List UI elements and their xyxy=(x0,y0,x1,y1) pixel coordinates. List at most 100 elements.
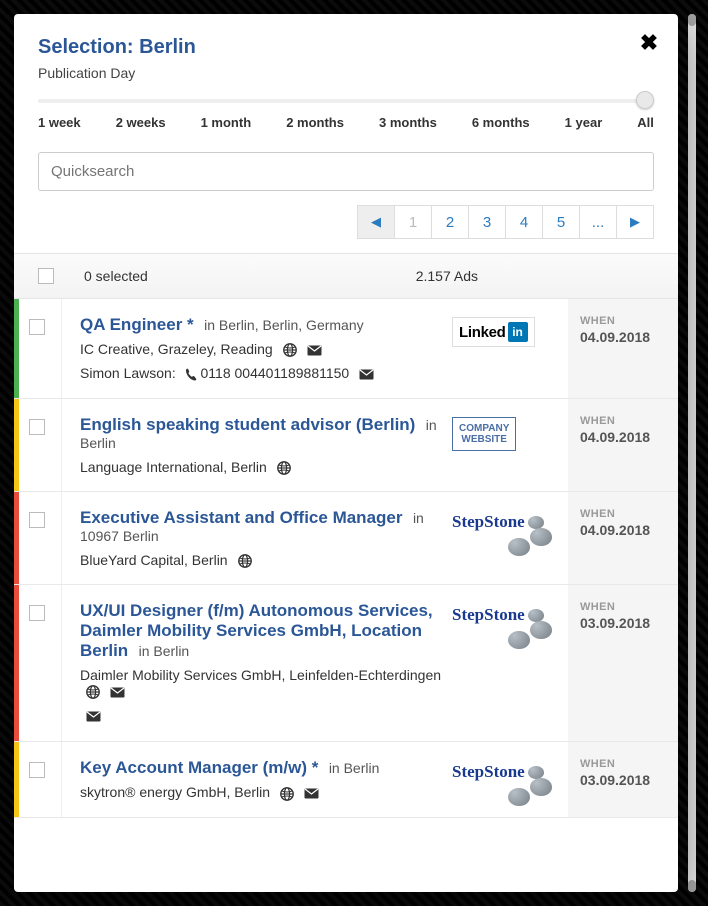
row-check-cell xyxy=(19,585,62,741)
when-date: 04.09.2018 xyxy=(580,329,666,345)
result-row: English speaking student advisor (Berlin… xyxy=(14,399,678,492)
company-line: Language International, Berlin xyxy=(80,459,442,475)
quicksearch-input[interactable] xyxy=(38,152,654,191)
when-date: 03.09.2018 xyxy=(580,772,666,788)
row-checkbox[interactable] xyxy=(29,762,45,778)
job-title-link[interactable]: UX/UI Designer (f/m) Autonomous Services… xyxy=(80,601,433,660)
scrollbar-track xyxy=(688,14,696,892)
close-button[interactable]: ✖ xyxy=(638,32,660,54)
company-text: IC Creative, Grazeley, Reading xyxy=(80,341,273,357)
job-title-link[interactable]: QA Engineer * xyxy=(80,315,194,334)
page-button[interactable]: 3 xyxy=(468,205,506,239)
job-title-link[interactable]: Executive Assistant and Office Manager xyxy=(80,508,402,527)
outer-scrollbar[interactable] xyxy=(688,14,696,892)
company-line: skytron® energy GmbH, Berlin xyxy=(80,784,442,800)
mail-icon[interactable] xyxy=(307,345,322,356)
when-date: 04.09.2018 xyxy=(580,522,666,538)
search-wrap xyxy=(14,140,678,205)
company-website-badge[interactable]: COMPANYWEBSITE xyxy=(452,417,516,451)
slider-track xyxy=(38,99,654,103)
company-line: Daimler Mobility Services GmbH, Leinfeld… xyxy=(80,667,442,699)
result-row: Key Account Manager (m/w) * in Berlinsky… xyxy=(14,742,678,817)
stepstone-logo[interactable]: StepStone xyxy=(452,510,552,556)
row-check-cell xyxy=(19,399,62,491)
page-button[interactable]: 5 xyxy=(542,205,580,239)
mail-icon[interactable] xyxy=(110,687,125,698)
page-button[interactable]: 1 xyxy=(394,205,432,239)
row-when-cell: WHEN 03.09.2018 xyxy=(568,742,678,816)
stepstone-text: StepStone xyxy=(452,512,525,532)
scrollbar-thumb[interactable] xyxy=(688,880,696,892)
contact-name: Simon Lawson: xyxy=(80,365,176,381)
date-range-slider[interactable] xyxy=(38,95,654,107)
dialog-header: ✖ Selection: Berlin Publication Day 1 we… xyxy=(14,14,678,140)
row-when-cell: WHEN 04.09.2018 xyxy=(568,492,678,584)
company-text: skytron® energy GmbH, Berlin xyxy=(80,784,270,800)
slider-handle[interactable] xyxy=(636,91,654,109)
stepstone-logo[interactable]: StepStone xyxy=(452,603,552,649)
when-date: 04.09.2018 xyxy=(580,429,666,445)
select-all-checkbox[interactable] xyxy=(38,268,54,284)
stepstone-stone-icon xyxy=(508,538,530,556)
result-row: UX/UI Designer (f/m) Autonomous Services… xyxy=(14,585,678,742)
slider-label[interactable]: 3 months xyxy=(379,115,437,130)
results-list: QA Engineer * in Berlin, Berlin, Germany… xyxy=(14,299,678,892)
globe-icon[interactable] xyxy=(283,343,297,357)
row-logo-cell: StepStone xyxy=(452,742,568,816)
stepstone-stone-icon xyxy=(530,528,552,546)
when-label: WHEN xyxy=(580,758,666,770)
row-logo-cell: COMPANYWEBSITE xyxy=(452,399,568,491)
page-prev-button[interactable]: ◀ xyxy=(357,205,395,239)
scrollbar-thumb[interactable] xyxy=(688,14,696,26)
page-next-button[interactable]: ▶ xyxy=(616,205,654,239)
job-title-link[interactable]: Key Account Manager (m/w) * xyxy=(80,758,318,777)
mail-icon[interactable] xyxy=(359,369,374,380)
linkedin-text: Linked xyxy=(459,324,506,341)
contact-number: 0118 004401189881150 xyxy=(201,365,350,381)
company-line: BlueYard Capital, Berlin xyxy=(80,552,442,568)
stepstone-stone-icon xyxy=(530,621,552,639)
page-ellipsis[interactable]: ... xyxy=(579,205,617,239)
slider-label[interactable]: 2 weeks xyxy=(116,115,166,130)
stepstone-stone-icon xyxy=(530,778,552,796)
result-row: Executive Assistant and Office Manager i… xyxy=(14,492,678,585)
linkedin-logo[interactable]: Linkedin xyxy=(452,317,535,347)
result-row: QA Engineer * in Berlin, Berlin, Germany… xyxy=(14,299,678,399)
contact-line: Simon Lawson: 0118 004401189881150 xyxy=(80,365,442,381)
globe-icon[interactable] xyxy=(280,787,294,801)
stepstone-stone-icon xyxy=(528,516,544,529)
row-checkbox[interactable] xyxy=(29,419,45,435)
globe-icon[interactable] xyxy=(86,685,100,699)
extra-icons xyxy=(80,707,442,725)
slider-label[interactable]: All xyxy=(637,115,654,130)
row-when-cell: WHEN 04.09.2018 xyxy=(568,299,678,398)
page-button[interactable]: 2 xyxy=(431,205,469,239)
when-label: WHEN xyxy=(580,508,666,520)
slider-label[interactable]: 1 year xyxy=(565,115,603,130)
globe-icon[interactable] xyxy=(238,554,252,568)
company-text: BlueYard Capital, Berlin xyxy=(80,552,228,568)
job-title-link[interactable]: English speaking student advisor (Berlin… xyxy=(80,415,415,434)
company-text: Daimler Mobility Services GmbH, Leinfeld… xyxy=(80,667,441,683)
row-checkbox[interactable] xyxy=(29,605,45,621)
row-checkbox[interactable] xyxy=(29,319,45,335)
slider-label[interactable]: 1 month xyxy=(201,115,252,130)
row-checkbox[interactable] xyxy=(29,512,45,528)
list-header: 0 selected 2.157 Ads xyxy=(14,253,678,299)
company-text: Language International, Berlin xyxy=(80,459,267,475)
stepstone-stone-icon xyxy=(508,788,530,806)
row-main: QA Engineer * in Berlin, Berlin, Germany… xyxy=(62,299,452,398)
page-button[interactable]: 4 xyxy=(505,205,543,239)
slider-label[interactable]: 6 months xyxy=(472,115,530,130)
slider-label[interactable]: 1 week xyxy=(38,115,81,130)
row-logo-cell: StepStone xyxy=(452,492,568,584)
when-label: WHEN xyxy=(580,315,666,327)
globe-icon[interactable] xyxy=(277,461,291,475)
stepstone-text: StepStone xyxy=(452,605,525,625)
stepstone-logo[interactable]: StepStone xyxy=(452,760,552,806)
mail-icon[interactable] xyxy=(304,788,319,799)
slider-label[interactable]: 2 months xyxy=(286,115,344,130)
mail-icon[interactable] xyxy=(86,711,101,722)
row-check-cell xyxy=(19,742,62,816)
slider-labels: 1 week 2 weeks 1 month 2 months 3 months… xyxy=(38,115,654,130)
